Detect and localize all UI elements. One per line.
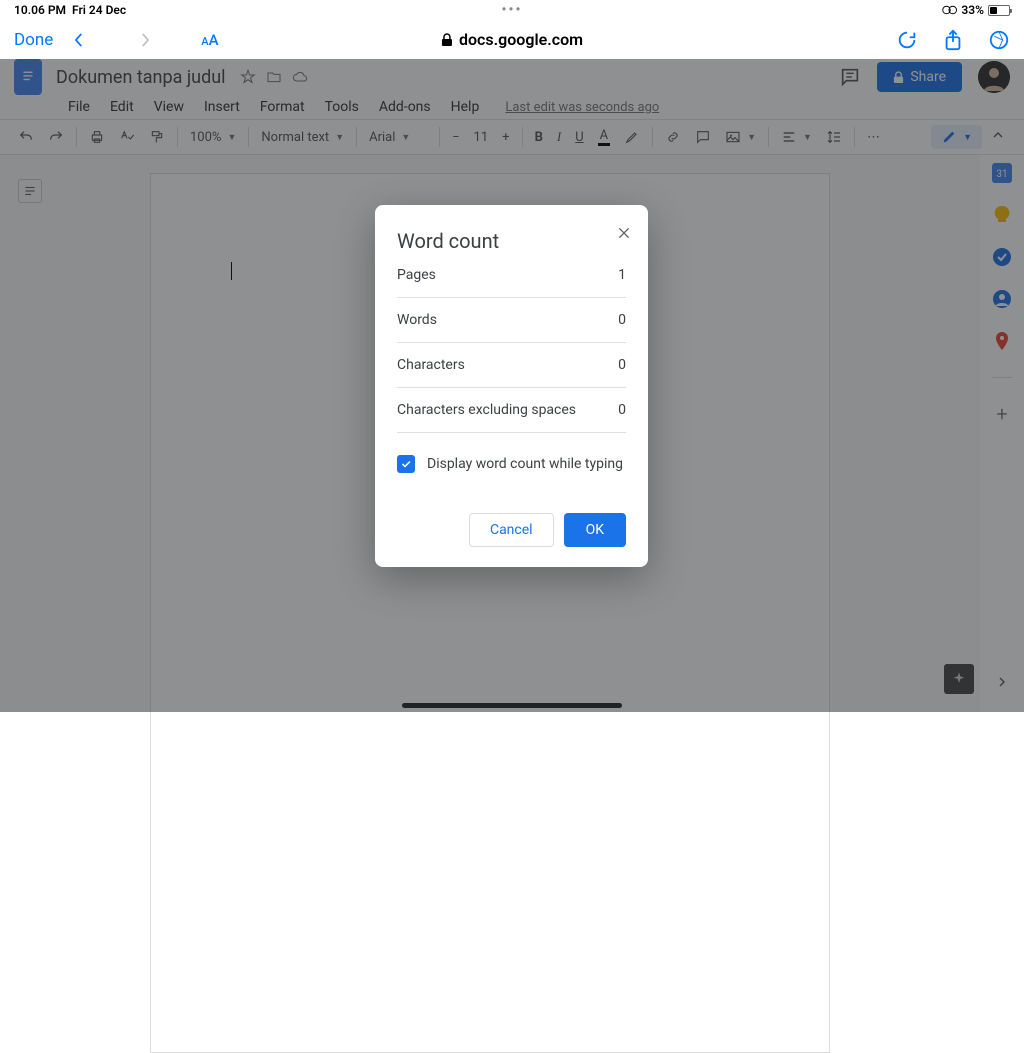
reload-button[interactable] [896, 29, 918, 51]
ios-status-bar: 10.06 PM Fri 24 Dec ••• 33% [0, 0, 1024, 20]
status-date: Fri 24 Dec [72, 3, 126, 17]
safari-toolbar: Done AA docs.google.com [0, 20, 1024, 59]
stat-words: Words 0 [397, 298, 626, 343]
text-size-button[interactable]: AA [201, 31, 218, 49]
forward-button [139, 33, 153, 47]
battery-percent: 33% [961, 3, 984, 17]
checkbox-checked[interactable] [397, 455, 415, 473]
tabs-button[interactable] [988, 29, 1010, 51]
check-icon [400, 458, 412, 470]
display-while-typing-option[interactable]: Display word count while typing [397, 455, 626, 473]
battery-icon [988, 5, 1010, 16]
share-button[interactable] [942, 29, 964, 51]
multitasking-dots[interactable]: ••• [502, 2, 523, 18]
ok-button[interactable]: OK [564, 513, 626, 547]
back-button[interactable] [71, 33, 85, 47]
close-icon [616, 225, 632, 241]
url-text: docs.google.com [459, 30, 583, 49]
checkbox-label: Display word count while typing [427, 456, 623, 472]
address-bar[interactable]: docs.google.com [441, 30, 583, 49]
cancel-button[interactable]: Cancel [469, 513, 554, 547]
close-button[interactable] [616, 225, 632, 245]
done-button[interactable]: Done [14, 30, 53, 50]
lock-icon [441, 33, 453, 47]
status-time: 10.06 PM [14, 3, 66, 17]
privacy-icon [941, 5, 957, 15]
stat-characters-no-spaces: Characters excluding spaces 0 [397, 388, 626, 433]
stat-characters: Characters 0 [397, 343, 626, 388]
word-count-dialog: Word count Pages 1 Words 0 Characters 0 … [375, 205, 648, 567]
stat-pages: Pages 1 [397, 253, 626, 298]
dialog-title: Word count [397, 229, 626, 253]
